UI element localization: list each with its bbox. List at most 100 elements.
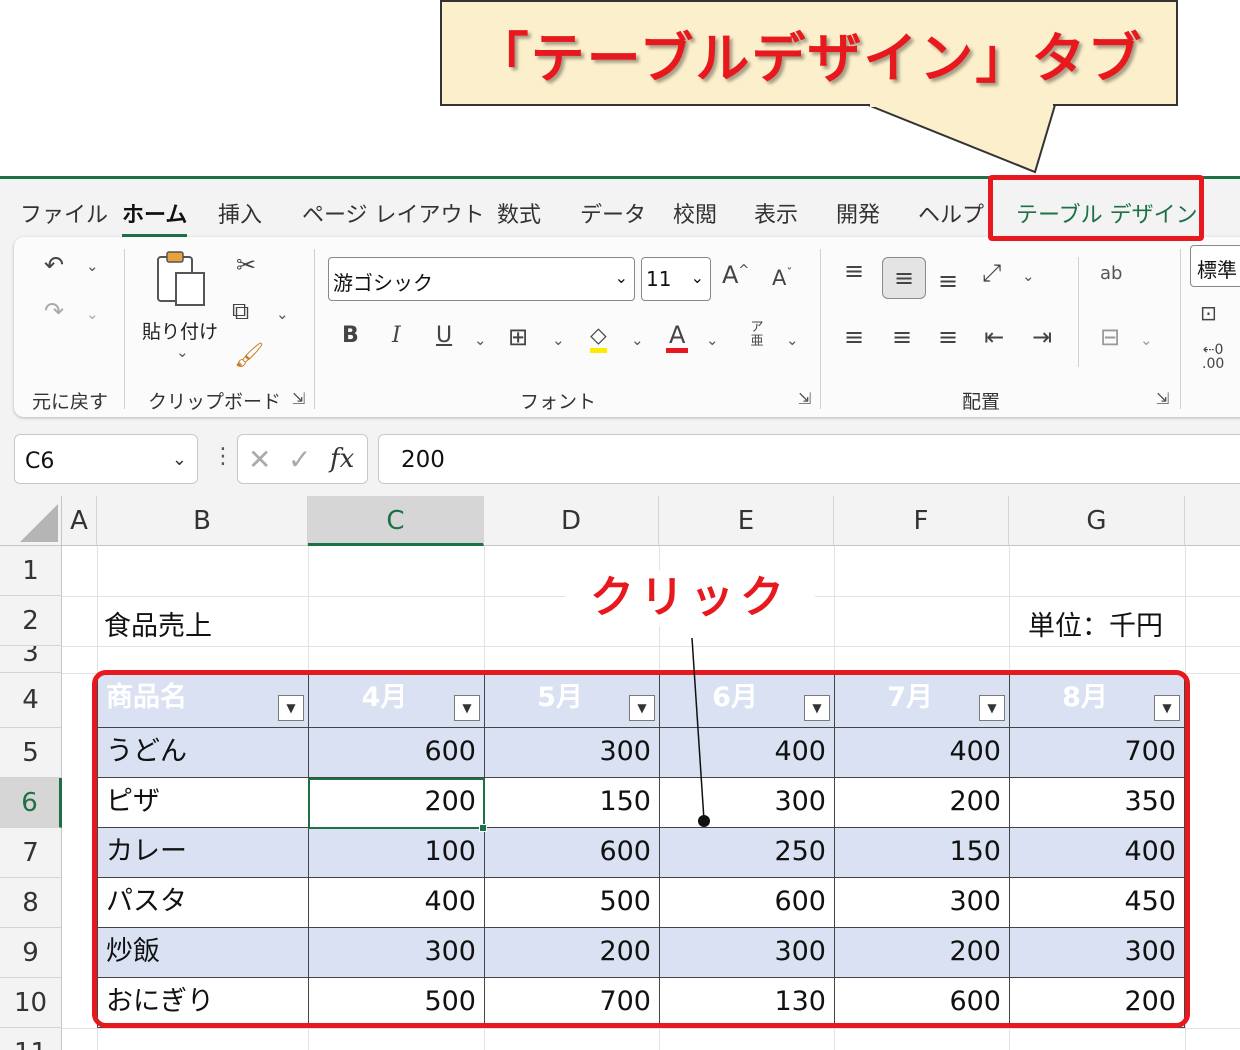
enter-icon[interactable]: ✓ bbox=[288, 443, 311, 476]
unit-cell[interactable]: 単位：千円 bbox=[1028, 604, 1163, 643]
number-format-dropdown[interactable]: 標準 bbox=[1190, 245, 1240, 287]
align-top-icon[interactable]: ≡ bbox=[844, 259, 864, 283]
currency-icon[interactable]: ⊡ bbox=[1200, 303, 1217, 323]
row-header-2[interactable]: 2 bbox=[0, 596, 62, 646]
column-header-a[interactable]: A bbox=[62, 496, 97, 546]
underline-dropdown-icon[interactable]: ⌄ bbox=[474, 333, 487, 348]
name-box-value: C6 bbox=[25, 449, 55, 474]
row-header-4[interactable]: 4 bbox=[0, 673, 62, 728]
italic-button[interactable]: I bbox=[392, 325, 401, 347]
tab-view[interactable]: 表示 bbox=[754, 197, 798, 229]
column-header-e[interactable]: E bbox=[659, 496, 834, 546]
font-launcher-icon[interactable]: ⇲ bbox=[798, 389, 811, 408]
cancel-icon[interactable]: ✕ bbox=[248, 443, 271, 476]
paste-icon[interactable] bbox=[154, 249, 210, 309]
clipboard-launcher-icon[interactable]: ⇲ bbox=[292, 389, 305, 408]
font-name-dropdown[interactable]: 游ゴシック ⌄ bbox=[328, 257, 635, 301]
table-design-tab-highlight bbox=[988, 175, 1204, 241]
group-separator bbox=[314, 249, 315, 409]
borders-icon[interactable]: ⊞ bbox=[508, 325, 528, 349]
name-box[interactable]: C6 ⌄ bbox=[14, 434, 198, 484]
row-header-6[interactable]: 6 bbox=[0, 778, 62, 828]
phonetic-dropdown-icon[interactable]: ⌄ bbox=[786, 333, 799, 348]
worksheet-grid[interactable]: A B C D E F G 1 2 3 4 5 6 7 8 9 10 11 食品… bbox=[0, 496, 1240, 1050]
increase-indent-icon[interactable]: ⇥ bbox=[1032, 325, 1052, 349]
cut-icon[interactable]: ✂ bbox=[236, 253, 256, 277]
wrap-text-icon[interactable]: ab bbox=[1100, 265, 1122, 283]
tab-data[interactable]: データ bbox=[580, 197, 646, 229]
paste-label[interactable]: 貼り付け bbox=[142, 317, 218, 344]
tab-review[interactable]: 校閲 bbox=[673, 197, 717, 229]
row-header-8[interactable]: 8 bbox=[0, 878, 62, 928]
column-header-g[interactable]: G bbox=[1009, 496, 1185, 546]
decrease-indent-icon[interactable]: ⇤ bbox=[984, 325, 1004, 349]
formula-buttons: ✕ ✓ fx bbox=[237, 434, 368, 484]
column-header-b[interactable]: B bbox=[97, 496, 308, 546]
tab-developer[interactable]: 開発 bbox=[836, 197, 880, 229]
column-header-c[interactable]: C bbox=[308, 496, 484, 546]
tab-help[interactable]: ヘルプ bbox=[918, 197, 984, 229]
merge-center-icon[interactable]: ⊟ bbox=[1100, 325, 1120, 349]
copy-dropdown-icon[interactable]: ⌄ bbox=[276, 307, 289, 322]
orientation-icon[interactable]: ⤢ bbox=[982, 261, 1001, 285]
font-color-icon[interactable]: A bbox=[666, 323, 689, 353]
font-size-dropdown[interactable]: 11 ⌄ bbox=[641, 257, 711, 301]
tab-page-layout[interactable]: ページ レイアウト bbox=[302, 197, 485, 229]
group-separator bbox=[820, 249, 821, 409]
row-header-11[interactable]: 11 bbox=[0, 1028, 62, 1050]
chevron-down-icon[interactable]: ⌄ bbox=[172, 449, 187, 470]
column-header-f[interactable]: F bbox=[834, 496, 1009, 546]
more-options-icon[interactable]: ⋮ bbox=[212, 444, 234, 469]
number-format-value: 標準 bbox=[1197, 258, 1237, 282]
click-annotation: クリック bbox=[565, 570, 815, 626]
underline-button[interactable]: U bbox=[436, 325, 452, 347]
formula-input[interactable]: 200 bbox=[378, 434, 1240, 484]
borders-dropdown-icon[interactable]: ⌄ bbox=[552, 333, 565, 348]
redo-icon[interactable]: ↷ bbox=[44, 299, 64, 323]
align-middle-icon[interactable]: ≡ bbox=[882, 257, 926, 299]
row-header-5[interactable]: 5 bbox=[0, 728, 62, 778]
row-header-9[interactable]: 9 bbox=[0, 928, 62, 978]
align-center-icon[interactable]: ≡ bbox=[892, 325, 912, 349]
row-header-7[interactable]: 7 bbox=[0, 828, 62, 878]
row-header-10[interactable]: 10 bbox=[0, 978, 62, 1028]
orientation-dropdown-icon[interactable]: ⌄ bbox=[1022, 269, 1035, 284]
shrink-font-icon[interactable]: Aˇ bbox=[772, 267, 792, 289]
row-header-1[interactable]: 1 bbox=[0, 546, 62, 596]
clipboard-group-label: クリップボード bbox=[148, 391, 282, 413]
align-bottom-icon[interactable]: ≡ bbox=[938, 269, 958, 293]
align-right-icon[interactable]: ≡ bbox=[938, 325, 958, 349]
align-left-icon[interactable]: ≡ bbox=[844, 325, 864, 349]
copy-icon[interactable]: ⧉ bbox=[232, 299, 249, 323]
group-separator bbox=[124, 249, 125, 409]
alignment-launcher-icon[interactable]: ⇲ bbox=[1156, 389, 1169, 408]
paste-dropdown-icon[interactable]: ⌄ bbox=[176, 345, 189, 360]
bold-button[interactable]: B bbox=[342, 325, 359, 347]
select-all-corner[interactable] bbox=[0, 496, 62, 546]
column-header-h[interactable] bbox=[1185, 496, 1240, 546]
insert-function-icon[interactable]: fx bbox=[330, 444, 354, 474]
undo-icon[interactable]: ↶ bbox=[44, 253, 64, 277]
phonetic-icon[interactable]: ア亜 bbox=[748, 321, 766, 349]
ribbon-home: ↶ ⌄ ↷ ⌄ 元に戻す 貼り付け ⌄ ✂ ⧉ ⌄ 🖌 クリップボード ⇲ 游ゴ… bbox=[14, 237, 1240, 417]
undo-dropdown-icon[interactable]: ⌄ bbox=[86, 259, 99, 274]
merge-dropdown-icon[interactable]: ⌄ bbox=[1140, 333, 1153, 348]
group-separator bbox=[1180, 249, 1181, 409]
redo-dropdown-icon[interactable]: ⌄ bbox=[86, 307, 99, 322]
grow-font-icon[interactable]: A^ bbox=[722, 263, 749, 287]
decrease-decimal-icon[interactable]: ⇠0.00 bbox=[1202, 343, 1224, 371]
row-header-3[interactable]: 3 bbox=[0, 646, 62, 673]
tab-formulas[interactable]: 数式 bbox=[497, 197, 541, 229]
formula-value: 200 bbox=[401, 447, 445, 473]
tab-file[interactable]: ファイル bbox=[20, 197, 108, 229]
font-color-dropdown-icon[interactable]: ⌄ bbox=[706, 333, 719, 348]
group-separator bbox=[1078, 257, 1079, 367]
fill-color-dropdown-icon[interactable]: ⌄ bbox=[631, 333, 644, 348]
tab-insert[interactable]: 挿入 bbox=[218, 197, 262, 229]
column-header-d[interactable]: D bbox=[484, 496, 659, 546]
tab-home[interactable]: ホーム bbox=[122, 197, 188, 237]
sheet-title-cell[interactable]: 食品売上 bbox=[104, 604, 212, 643]
format-painter-icon[interactable]: 🖌 bbox=[234, 343, 264, 367]
fill-color-icon[interactable]: ⬦ bbox=[590, 323, 607, 353]
select-all-triangle-icon bbox=[20, 504, 58, 542]
